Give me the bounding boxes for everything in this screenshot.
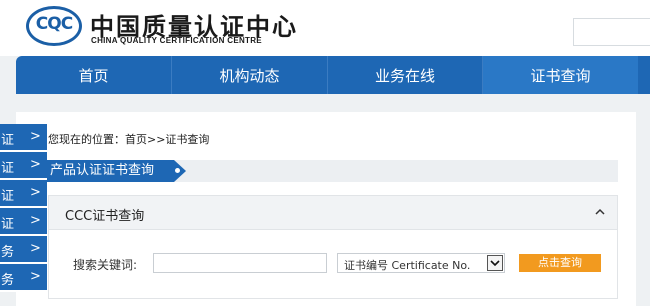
chevron-right-icon: >	[30, 157, 41, 172]
main-nav: 首页 机构动态 业务在线 证书查询	[16, 56, 650, 94]
cqc-logo[interactable]: CQC	[26, 6, 82, 46]
chevron-right-icon: >	[30, 241, 41, 256]
sidebar-item[interactable]: 务 >	[0, 236, 47, 264]
chevron-right-icon: >	[30, 129, 41, 144]
sidebar-item[interactable]: 证 >	[0, 180, 47, 208]
nav-item-news[interactable]: 机构动态	[172, 56, 328, 94]
search-keyword-input[interactable]	[153, 253, 327, 273]
query-button[interactable]: 点击查询	[519, 254, 601, 272]
sidebar-item[interactable]: 证 >	[0, 208, 47, 236]
sidebar-item[interactable]: 证 >	[0, 152, 47, 180]
logo-text: CQC	[35, 14, 73, 34]
nav-item-business[interactable]: 业务在线	[328, 56, 483, 94]
nav-item-certificate-query[interactable]: 证书查询	[483, 56, 638, 94]
sidebar-item[interactable]: 务 >	[0, 264, 47, 292]
chevron-up-icon[interactable]	[595, 205, 605, 219]
section-title: 产品认证证书查询	[44, 160, 174, 182]
nav-item-home[interactable]: 首页	[16, 56, 172, 94]
panel-header[interactable]: CCC证书查询	[49, 196, 617, 230]
search-type-select[interactable]: 证书编号 Certificate No.	[337, 253, 505, 273]
chevron-right-icon: >	[30, 213, 41, 228]
breadcrumb: 您现在的位置：首页>>证书查询	[48, 133, 210, 146]
section-dot-icon	[175, 168, 180, 173]
search-keyword-label: 搜索关键词:	[73, 258, 138, 272]
header-search-input[interactable]	[573, 18, 650, 46]
ccc-query-panel: CCC证书查询 搜索关键词: 证书编号 Certificate No. 点击查询	[48, 195, 618, 299]
sidebar-item[interactable]: 证 >	[0, 124, 47, 152]
site-header: CQC 中国质量认证中心 CHINA QUALITY CERTIFICATION…	[0, 0, 650, 56]
chevron-right-icon: >	[30, 269, 41, 284]
search-type-selected: 证书编号 Certificate No.	[344, 259, 471, 272]
left-float-sidebar: 证 > 证 > 证 > 证 > 务 > 务 >	[0, 124, 47, 292]
brand-name-en: CHINA QUALITY CERTIFICATION CENTRE	[91, 36, 262, 45]
panel-title: CCC证书查询	[65, 209, 145, 224]
chevron-down-icon[interactable]	[487, 255, 503, 271]
chevron-right-icon: >	[30, 185, 41, 200]
